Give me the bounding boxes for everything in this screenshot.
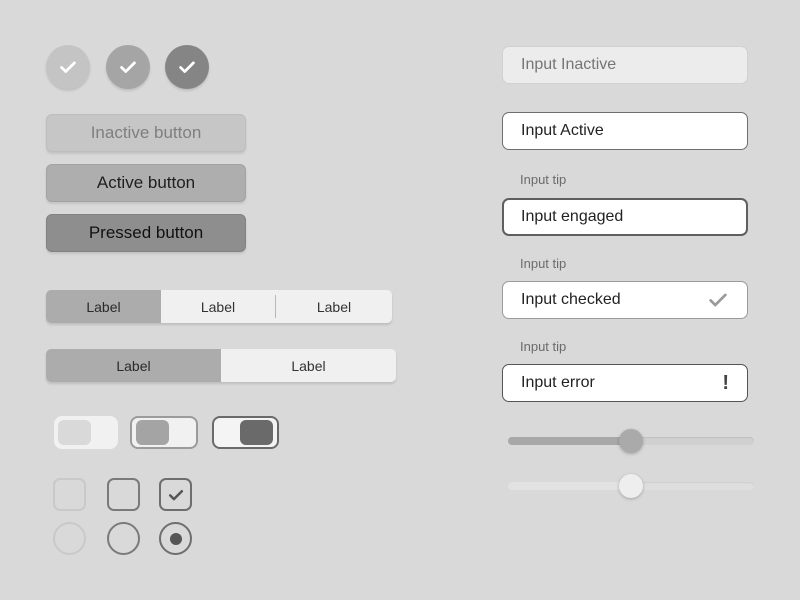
check-circle-inactive[interactable] [46,45,90,89]
segmented-control-three: Label Label Label [46,290,392,323]
check-icon [179,61,195,73]
exclamation-icon: ! [722,371,729,394]
input-error[interactable]: Input error ! [502,364,748,402]
segment-2[interactable]: Label [221,349,396,382]
active-button[interactable]: Active button [46,164,246,202]
segmented-control-two: Label Label [46,349,396,382]
toggle-off[interactable] [130,416,198,449]
input-inactive[interactable] [502,46,748,84]
check-icon [168,489,183,500]
toggle-on[interactable] [212,416,279,449]
segment-3[interactable]: Label [276,290,392,323]
input-active[interactable]: Input Active [502,112,748,150]
segment-1[interactable]: Label [46,349,221,382]
check-icon [60,61,76,73]
radio-selected[interactable] [159,522,192,555]
slider-fill [508,437,631,445]
slider-inactive[interactable] [508,474,754,498]
radio-dot [169,532,182,545]
input-value: Input engaged [521,208,624,225]
check-icon [709,293,727,307]
checkbox-inactive[interactable] [53,478,86,511]
pressed-button[interactable]: Pressed button [46,214,246,252]
radio-active[interactable] [107,522,140,555]
checkbox-checked[interactable] [159,478,192,511]
input-tip: Input tip [520,256,567,271]
check-circle-pressed[interactable] [165,45,209,89]
checkbox-active[interactable] [107,478,140,511]
radio-inactive[interactable] [53,522,86,555]
input-value: Input checked [521,291,621,308]
slider-fill [508,482,631,490]
input-engaged[interactable]: Input engaged [502,198,748,236]
check-circle-active[interactable] [106,45,150,89]
check-icon [120,61,136,73]
input-value: Input Active [521,122,604,139]
input-tip: Input tip [520,339,567,354]
input-checked[interactable]: Input checked [502,281,748,319]
toggle-knob [136,420,169,445]
slider-thumb[interactable] [619,429,643,453]
input-value: Input error [521,374,595,391]
inactive-button[interactable]: Inactive button [46,114,246,152]
slider-thumb[interactable] [619,474,643,498]
segment-1[interactable]: Label [46,290,161,323]
segment-2[interactable]: Label [161,290,275,323]
toggle-inactive[interactable] [54,416,118,449]
toggle-knob [58,420,91,445]
toggle-knob [240,420,273,445]
slider-active[interactable] [508,429,754,453]
input-tip: Input tip [520,172,567,187]
